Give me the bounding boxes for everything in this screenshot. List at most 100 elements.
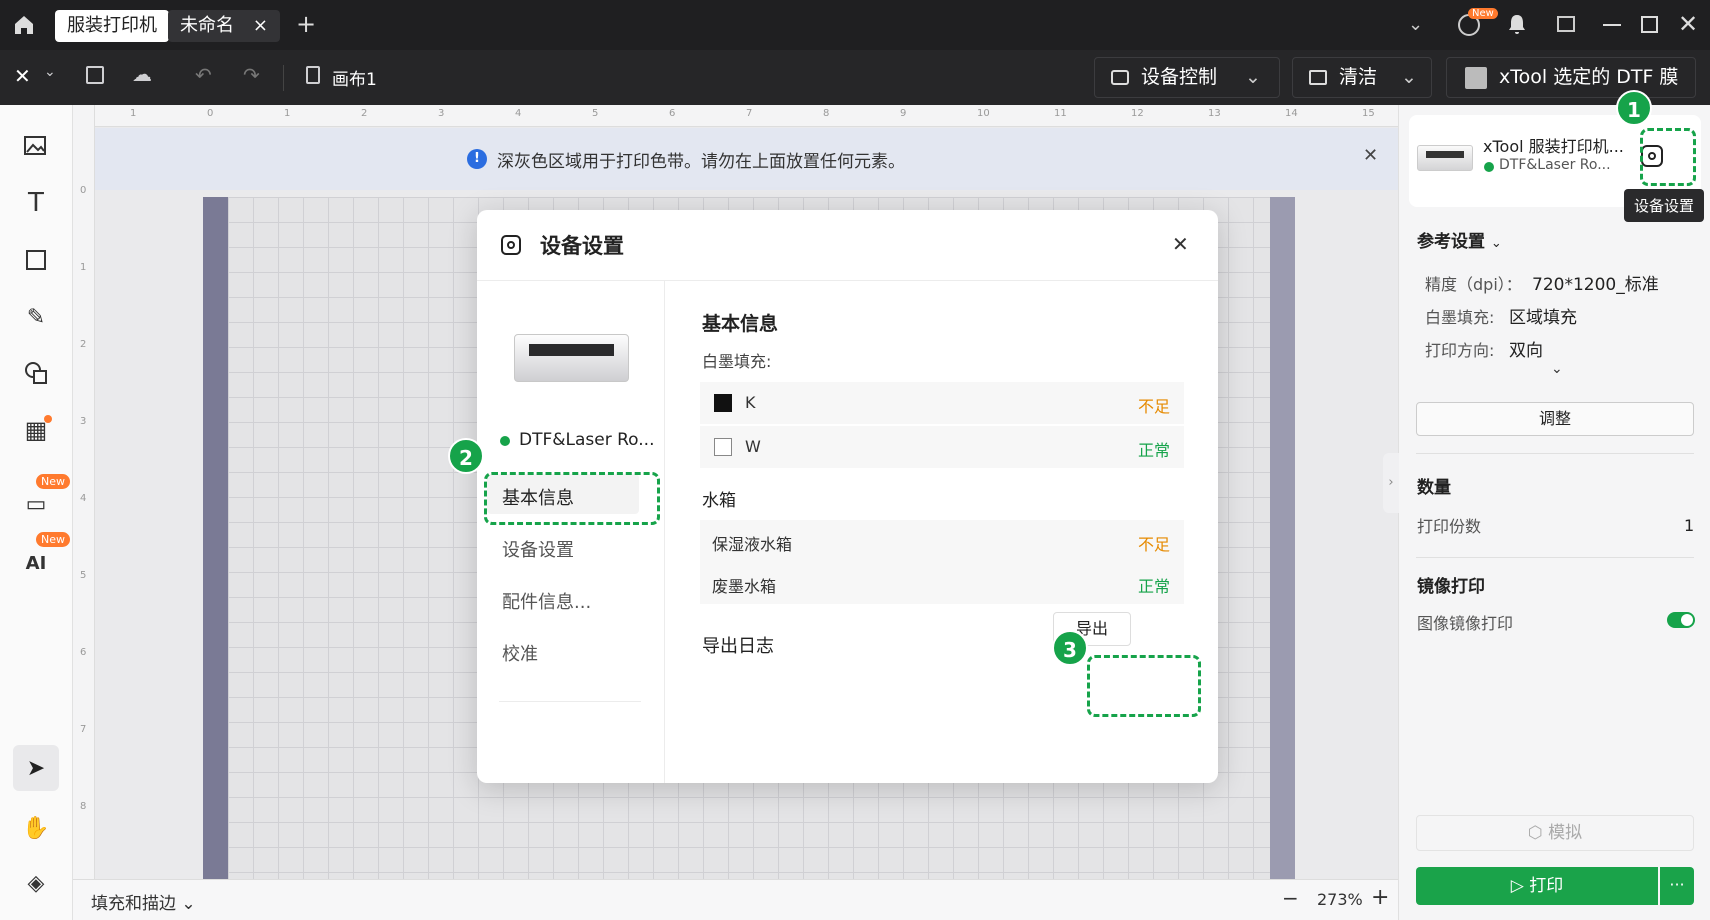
close-icon[interactable]: ✕	[1363, 145, 1378, 166]
chevron-down-icon[interactable]: ⌄	[1408, 14, 1423, 35]
divider	[283, 65, 284, 91]
tab-app[interactable]: 服装打印机	[55, 10, 169, 42]
document-icon	[306, 66, 320, 84]
layers-icon[interactable]: ◈	[18, 865, 54, 901]
chevron-down-icon[interactable]: ⌄	[1245, 58, 1261, 97]
direction-label: 打印方向:	[1425, 341, 1495, 360]
new-badge: New	[1468, 8, 1498, 19]
canvas-name[interactable]: 画布1	[332, 65, 377, 90]
menu-accessories[interactable]: 配件信息...	[502, 588, 591, 614]
ink-name: W	[745, 437, 761, 456]
ruler-tick: 11	[1054, 108, 1067, 119]
image-icon[interactable]	[18, 127, 54, 163]
tank-row: 废墨水箱 正常	[700, 562, 1184, 604]
close-tab-icon[interactable]: ×	[253, 10, 268, 42]
clean-label: 清洁	[1339, 66, 1378, 88]
mirror-toggle[interactable]	[1667, 612, 1695, 628]
white-ink-label: 白墨填充:	[702, 352, 772, 371]
ruler-tick: 3	[438, 108, 445, 119]
ruler-tick: 12	[1131, 108, 1144, 119]
color-band-left	[203, 197, 228, 879]
reference-settings-title[interactable]: 参考设置 ⌄	[1417, 227, 1502, 252]
divider	[1416, 557, 1694, 558]
pen-icon[interactable]: ✎	[18, 299, 54, 335]
notification-dot	[44, 415, 52, 423]
copies-value[interactable]: 1	[1684, 516, 1694, 535]
callout-highlight-settings	[1640, 128, 1696, 186]
zoom-in-button[interactable]: +	[1371, 885, 1389, 910]
clean-button[interactable]: 清洁 ⌄	[1292, 57, 1432, 98]
tank-status: 正常	[1137, 577, 1170, 596]
material-button[interactable]: xTool 选定的 DTF 膜	[1446, 57, 1696, 98]
shapes-icon[interactable]	[18, 355, 54, 391]
minimize-icon[interactable]	[1603, 24, 1621, 26]
print-button[interactable]: ▷ 打印	[1416, 867, 1658, 905]
precision-value: 720*1200_标准	[1532, 275, 1659, 295]
ruler-tick: 5	[80, 570, 87, 581]
simulate-button[interactable]: ⬡ 模拟	[1416, 815, 1694, 851]
callout-badge-3: 3	[1052, 630, 1088, 666]
device-control-button[interactable]: 设备控制 ⌄	[1094, 57, 1280, 98]
white-fill-value: 区域填充	[1509, 308, 1577, 328]
ruler-tick: 1	[284, 108, 291, 119]
chevron-down-icon[interactable]: ⌄	[1401, 58, 1417, 97]
status-dot	[1484, 162, 1494, 172]
tab-document[interactable]: 未命名 ×	[168, 10, 280, 42]
home-icon[interactable]	[12, 14, 36, 36]
tank-row: 保湿液水箱 不足	[700, 520, 1184, 562]
ruler-tick: 6	[80, 647, 87, 658]
printer-thumbnail	[1417, 145, 1473, 171]
tank-title: 水箱	[702, 491, 736, 511]
cloud-upload-icon[interactable]: ☁	[132, 62, 152, 86]
zoom-out-button[interactable]: −	[1282, 886, 1299, 910]
hexagon-settings-icon	[501, 235, 521, 255]
ruler-tick: 9	[900, 108, 907, 119]
callout-badge-1: 1	[1616, 90, 1652, 126]
menu-device-settings[interactable]: 设备设置	[502, 536, 574, 562]
ruler-tick: 2	[80, 339, 87, 350]
adjust-button[interactable]: 调整	[1416, 402, 1694, 436]
hand-icon[interactable]: ✋	[18, 810, 54, 846]
fill-stroke-dropdown[interactable]: 填充和描边 ⌄	[91, 889, 196, 914]
ruler-tick: 6	[669, 108, 676, 119]
ink-row-w: W 正常	[700, 426, 1184, 468]
menu-calibration[interactable]: 校准	[502, 640, 538, 666]
divider	[477, 280, 1218, 281]
chevron-down-icon[interactable]: ⌄	[44, 64, 56, 80]
precision-label: 精度（dpi）：	[1425, 275, 1522, 294]
tank-status: 不足	[1137, 535, 1170, 554]
maximize-icon[interactable]	[1641, 16, 1658, 33]
bottom-bar: 填充和描边 ⌄ − 273% +	[73, 879, 1398, 920]
close-icon[interactable]: ✕	[1172, 232, 1189, 256]
divider	[1416, 453, 1694, 454]
ai-icon[interactable]: AI	[18, 545, 54, 581]
select-arrow-icon[interactable]: ➤	[13, 745, 59, 791]
save-icon[interactable]	[86, 66, 104, 84]
xtool-logo-icon[interactable]: ✕	[14, 64, 31, 88]
tank-name: 保湿液水箱	[712, 535, 793, 554]
ruler-tick: 3	[80, 416, 87, 427]
zoom-level[interactable]: 273%	[1317, 890, 1363, 909]
text-icon[interactable]: T	[18, 185, 54, 221]
undo-icon[interactable]: ↶	[195, 63, 212, 87]
more-button[interactable]: ···	[1660, 867, 1694, 905]
play-icon: ▷	[1510, 876, 1524, 896]
callout-highlight-export	[1087, 655, 1201, 717]
device-status: DTF&Laser Ro...	[1499, 157, 1611, 173]
ruler-tick: 0	[80, 185, 87, 196]
add-tab-button[interactable]: +	[296, 10, 316, 38]
close-window-icon[interactable]: ✕	[1678, 10, 1698, 38]
expand-chevron-icon[interactable]: ⌄	[1551, 361, 1563, 377]
notice-text: 深灰色区域用于打印色带。请勿在上面放置任何元素。	[497, 152, 905, 172]
ruler-tick: 2	[361, 108, 368, 119]
ruler-tick: 4	[80, 493, 87, 504]
collapse-panel-handle[interactable]: ›	[1383, 453, 1399, 513]
windows-icon[interactable]	[1557, 16, 1575, 32]
ruler-left: 0 1 2 3 4 5 6 7 8	[73, 105, 95, 879]
rectangle-icon[interactable]	[18, 242, 54, 278]
redo-icon[interactable]: ↷	[243, 63, 260, 87]
ruler-top: 1 0 1 2 3 4 5 6 7 8 9 10 11 12 13 14 15	[95, 105, 1398, 127]
material-library-icon[interactable]: ▭	[18, 486, 54, 522]
ruler-tick: 5	[592, 108, 599, 119]
bell-icon[interactable]	[1507, 13, 1527, 39]
